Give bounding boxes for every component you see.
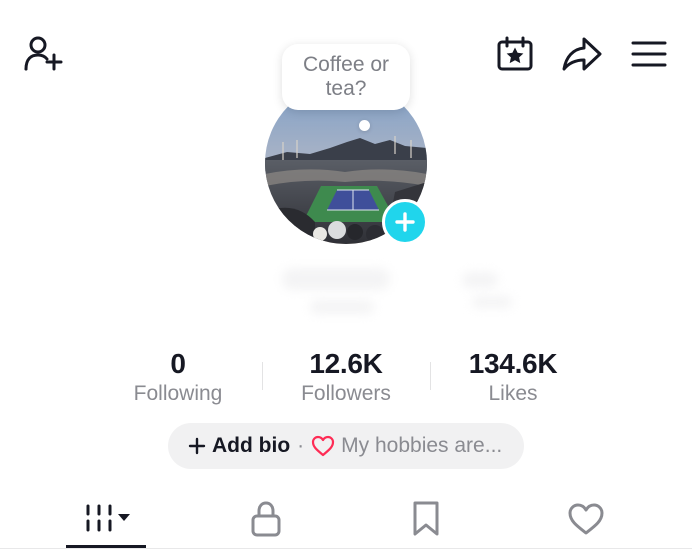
profile-badge-blurred xyxy=(462,272,498,288)
following-label: Following xyxy=(133,382,223,405)
stat-divider xyxy=(430,362,431,390)
bio-separator: · xyxy=(297,434,305,457)
calendar-button[interactable] xyxy=(494,34,536,74)
add-bio-label: Add bio xyxy=(212,434,291,457)
followers-count: 12.6K xyxy=(309,348,383,379)
tab-liked[interactable] xyxy=(546,492,626,546)
heart-icon xyxy=(312,435,335,457)
hamburger-menu-icon xyxy=(631,41,667,67)
username-extra-blurred xyxy=(472,296,512,308)
username-blurred xyxy=(310,300,374,314)
heart-icon xyxy=(568,503,604,535)
likes-label: Likes xyxy=(488,382,538,405)
calendar-star-icon xyxy=(497,36,533,71)
following-count: 0 xyxy=(170,348,186,379)
note-bubble-tail xyxy=(359,120,370,131)
tab-private[interactable] xyxy=(226,492,306,546)
add-avatar-button[interactable] xyxy=(382,199,428,245)
plus-icon xyxy=(395,212,415,232)
menu-button[interactable] xyxy=(628,36,670,72)
likes-count: 134.6K xyxy=(468,348,558,379)
bookmark-icon xyxy=(413,501,439,536)
add-friend-button[interactable] xyxy=(20,32,66,74)
person-plus-icon xyxy=(24,36,63,71)
chevron-down-icon xyxy=(118,514,130,521)
tab-saved[interactable] xyxy=(386,492,466,546)
stat-following[interactable]: 0 Following xyxy=(98,348,258,407)
tab-videos[interactable] xyxy=(66,492,146,546)
share-button[interactable] xyxy=(560,34,604,74)
stat-followers[interactable]: 12.6K Followers xyxy=(266,348,426,407)
stat-likes[interactable]: 134.6K Likes xyxy=(433,348,593,407)
tabs-divider xyxy=(0,548,692,549)
bio-hint-text: My hobbies are... xyxy=(341,434,503,457)
lock-icon xyxy=(251,501,281,537)
profile-name-blurred xyxy=(282,268,390,290)
videos-grid-icon xyxy=(86,504,130,532)
note-bubble[interactable]: Coffee or tea? xyxy=(282,44,410,110)
stat-divider xyxy=(262,362,263,390)
add-bio-button[interactable]: Add bio · My hobbies are... xyxy=(168,423,524,469)
plus-icon xyxy=(188,437,206,455)
note-text-line2: tea? xyxy=(325,77,367,100)
followers-label: Followers xyxy=(301,382,391,405)
note-text-line1: Coffee or xyxy=(303,53,389,76)
share-arrow-icon xyxy=(562,37,602,71)
